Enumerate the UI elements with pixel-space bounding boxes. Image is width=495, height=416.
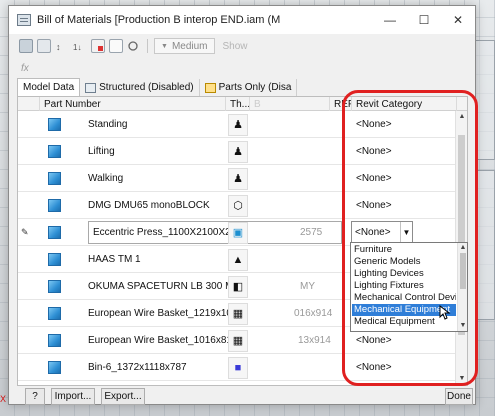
part-icon [48,172,61,185]
base-value: 016x914 [294,308,333,319]
fx-icon[interactable]: fx [21,63,29,74]
row-editing-marker-icon: ✎ [21,227,29,237]
detail-dropdown-arrow-icon: ▼ [161,42,168,50]
done-button[interactable]: Done [445,388,473,405]
tab-structured[interactable]: Structured (Disabled) [80,79,200,96]
part-icon [48,226,61,239]
bin-thumbnail-icon: ■ [228,356,248,379]
export-button[interactable]: Export... [101,388,145,405]
help-icon: ? [32,391,38,402]
press-thumbnail-icon: ▣ [228,221,248,244]
part-icon [48,307,61,320]
part-name: Standing [88,119,128,130]
part-icon [48,280,61,293]
revit-category-highlight [342,90,478,386]
machine-thumbnail-icon: ⬡ [228,194,248,217]
x-axis-label: X [0,394,7,404]
standing-person-thumbnail-icon: ♟ [228,113,248,136]
title-bar[interactable]: Bill of Materials [Production B interop … [9,6,475,34]
tab-parts-only[interactable]: Parts Only (Disa [200,79,298,96]
part-name: DMG DMU65 monoBLOCK [88,200,210,211]
part-name: European Wire Basket_1219x10... [88,308,228,319]
toolbar-separator [147,39,148,53]
header-base[interactable]: B [250,97,330,111]
header-part-number[interactable]: Part Number [40,97,226,111]
header-thumbnail[interactable]: Th... [226,97,250,111]
base-value: MY [300,281,315,292]
close-button[interactable]: ✕ [441,6,475,34]
svg-text:1↓: 1↓ [73,43,81,52]
tab-label: Structured (Disabled) [99,82,194,93]
basket-thumbnail-icon: ▦ [228,302,248,325]
lifting-person-thumbnail-icon: ♟ [228,140,248,163]
bom-tabs: Model Data Structured (Disabled) Parts O… [17,78,298,96]
bottom-bar: ? Import... Export... Done [9,388,475,406]
structured-icon [85,82,97,93]
toolbar: ↕ 1↓ ▼ Medium Show [9,35,475,57]
part-icon [48,253,61,266]
part-icon [48,199,61,212]
tab-label: Parts Only (Disa [218,82,292,93]
view-options-icon[interactable] [127,39,141,53]
maximize-button[interactable]: ☐ [407,6,441,34]
machine-thumbnail-icon: ▲ [228,248,248,271]
header-corner [18,97,40,111]
document-icon[interactable] [109,39,123,53]
minimize-button[interactable]: — [373,6,407,34]
base-value: 13x914 [298,335,331,346]
part-name: OKUMA SPACETURN LB 300 MY [88,281,228,292]
part-icon [48,118,61,131]
base-value: 2575 [300,227,323,238]
formula-row: fx [9,58,475,78]
bom-dialog: Bill of Materials [Production B interop … [8,5,478,406]
walking-person-thumbnail-icon: ♟ [228,167,248,190]
renumber-icon[interactable]: 1↓ [73,39,87,53]
part-name: HAAS TM 1 [88,254,141,265]
tab-model-data[interactable]: Model Data [17,78,81,96]
part-name: European Wire Basket_1016x81... [88,335,228,346]
lathe-thumbnail-icon: ◧ [228,275,248,298]
part-name: Lifting [88,146,115,157]
parts-only-icon [204,82,216,93]
bom-window-icon [17,14,31,26]
help-button[interactable]: ? [25,388,45,405]
detail-level-dropdown[interactable]: ▼ Medium [154,38,215,54]
part-name: Eccentric Press_1100X2100X2575 [93,227,248,238]
window-title: Bill of Materials [Production B interop … [37,14,281,26]
show-label: Show [222,40,248,52]
svg-text:↕: ↕ [56,42,61,52]
sort-icon[interactable]: ↕ [55,39,69,53]
part-name: Walking [88,173,124,184]
mouse-cursor-icon [439,305,451,320]
export-bom-icon[interactable] [91,39,105,53]
basket-thumbnail-icon: ▦ [228,329,248,352]
detail-level-value: Medium [171,40,208,52]
part-icon [48,145,61,158]
part-name: Bin-6_1372x1118x787 [88,362,187,373]
table-icon[interactable] [37,39,51,53]
tab-label: Model Data [23,82,75,93]
save-icon[interactable] [19,39,33,53]
part-icon [48,334,61,347]
part-icon [48,361,61,374]
import-button[interactable]: Import... [51,388,95,405]
